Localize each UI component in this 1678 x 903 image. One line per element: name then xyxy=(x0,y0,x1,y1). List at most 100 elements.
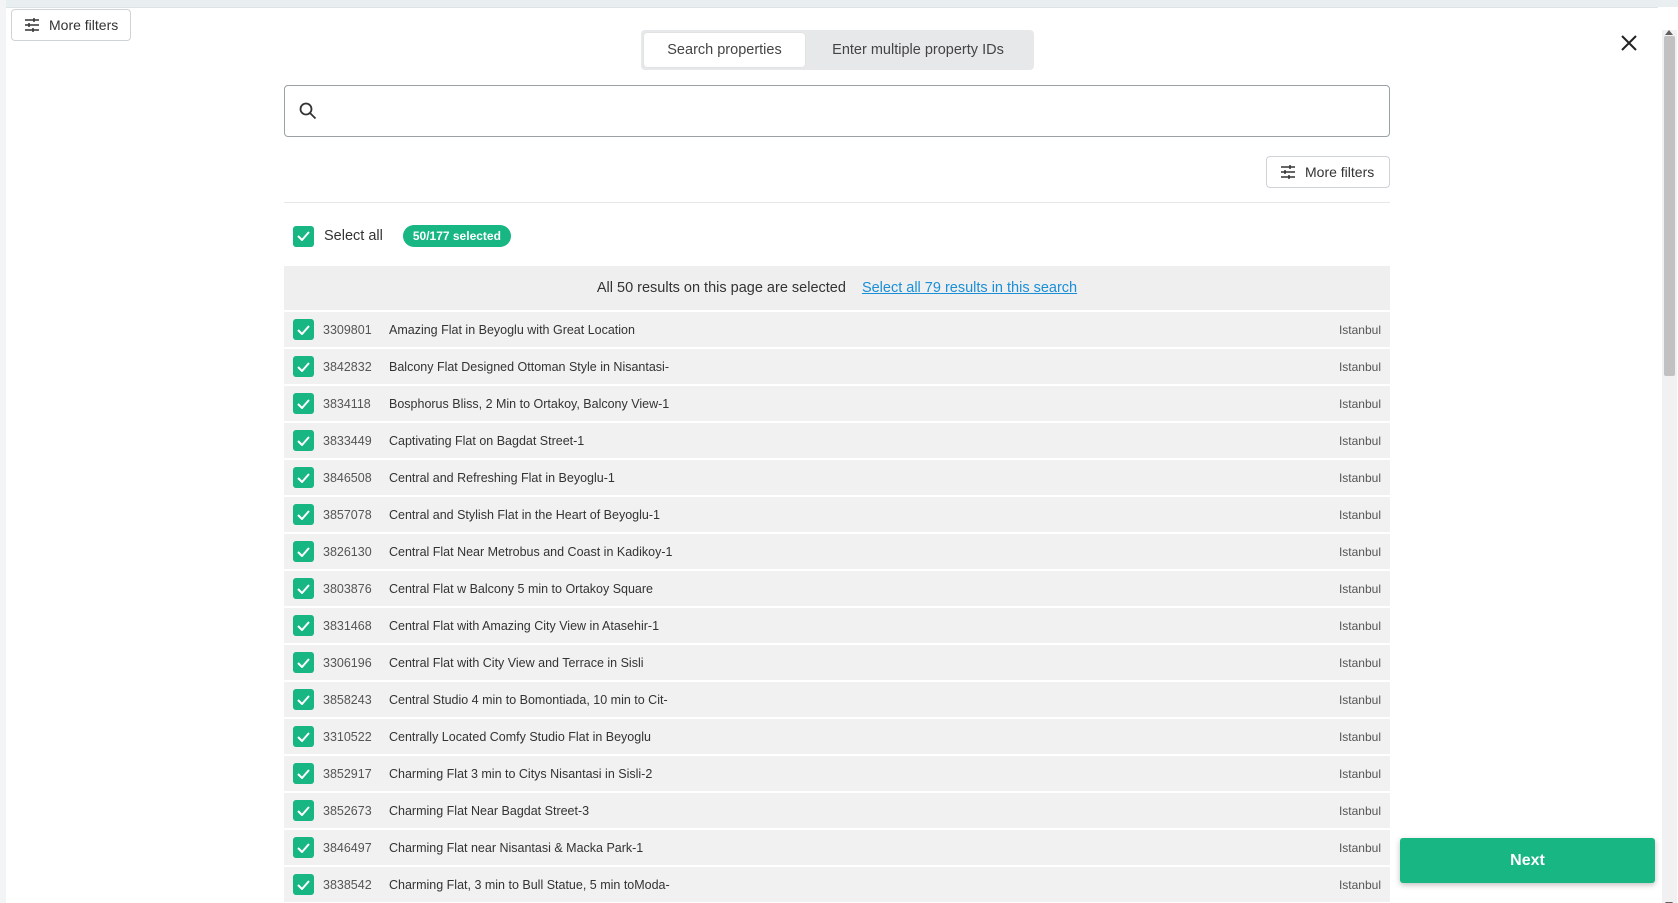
table-row[interactable]: 3306196 Central Flat with City View and T… xyxy=(284,645,1390,680)
checkmark-icon xyxy=(297,231,310,241)
divider xyxy=(284,202,1390,203)
row-checkbox[interactable] xyxy=(293,800,314,821)
row-checkbox[interactable] xyxy=(293,689,314,710)
close-button[interactable] xyxy=(1615,29,1643,57)
property-city: Istanbul xyxy=(1338,766,1381,781)
select-properties-modal: Search properties Enter multiple propert… xyxy=(6,7,1677,903)
outer-more-filters-label: More filters xyxy=(49,17,119,33)
more-filters-label: More filters xyxy=(1305,164,1375,180)
row-checkbox[interactable] xyxy=(293,726,314,747)
property-id: 3833449 xyxy=(323,433,372,448)
checkmark-icon xyxy=(297,435,310,446)
sliders-icon xyxy=(1281,165,1295,179)
select-all-checkbox[interactable] xyxy=(293,225,314,247)
property-id: 3309801 xyxy=(323,322,372,337)
tab-enter-multiple-ids[interactable]: Enter multiple property IDs xyxy=(805,33,1031,67)
row-checkbox[interactable] xyxy=(293,578,314,599)
property-id: 3826130 xyxy=(323,544,372,559)
row-checkbox[interactable] xyxy=(293,430,314,451)
table-row[interactable]: 3852917 Charming Flat 3 min to Citys Nisa… xyxy=(284,756,1390,791)
property-city: Istanbul xyxy=(1338,877,1381,892)
table-row[interactable]: 3803876 Central Flat w Balcony 5 min to O… xyxy=(284,571,1390,606)
checkmark-icon xyxy=(297,509,310,520)
checkmark-icon xyxy=(297,842,310,853)
property-name: Central Flat w Balcony 5 min to Ortakoy … xyxy=(389,581,654,596)
property-id: 3838542 xyxy=(323,877,372,892)
property-city: Istanbul xyxy=(1338,655,1381,670)
property-city: Istanbul xyxy=(1338,470,1381,485)
tab-search-properties[interactable]: Search properties xyxy=(644,33,805,67)
row-checkbox[interactable] xyxy=(293,541,314,562)
selected-count-badge: 50/177 selected xyxy=(402,225,511,247)
scroll-thumb[interactable] xyxy=(1664,36,1675,376)
row-checkbox[interactable] xyxy=(293,319,314,340)
next-button[interactable]: Next xyxy=(1400,838,1655,883)
property-list: 3309801 Amazing Flat in Beyoglu with Grea… xyxy=(284,312,1390,903)
checkmark-icon xyxy=(297,805,310,816)
table-row[interactable]: 3838542 Charming Flat, 3 min to Bull Stat… xyxy=(284,867,1390,902)
checkmark-icon xyxy=(297,620,310,631)
outer-more-filters-button[interactable]: More filters xyxy=(11,9,132,41)
table-row[interactable]: 3842832 Balcony Flat Designed Ottoman Sty… xyxy=(284,349,1390,384)
row-checkbox[interactable] xyxy=(293,652,314,673)
property-name: Centrally Located Comfy Studio Flat in B… xyxy=(389,729,651,744)
search-icon xyxy=(299,102,317,120)
selection-banner: All 50 results on this page are selected… xyxy=(284,266,1390,310)
table-row[interactable]: 3834118 Bosphorus Bliss, 2 Min to Ortakoy… xyxy=(284,386,1390,421)
table-row[interactable]: 3310522 Centrally Located Comfy Studio Fl… xyxy=(284,719,1390,754)
table-row[interactable]: 3857078 Central and Stylish Flat in the H… xyxy=(284,497,1390,532)
sliders-icon xyxy=(25,18,39,32)
table-row[interactable]: 3826130 Central Flat Near Metrobus and Co… xyxy=(284,534,1390,569)
property-city: Istanbul xyxy=(1338,803,1381,818)
table-row[interactable]: 3309801 Amazing Flat in Beyoglu with Grea… xyxy=(284,312,1390,347)
table-row[interactable]: 3858243 Central Studio 4 min to Bomontiad… xyxy=(284,682,1390,717)
table-row[interactable]: 3833449 Captivating Flat on Bagdat Street… xyxy=(284,423,1390,458)
property-name: Balcony Flat Designed Ottoman Style in N… xyxy=(389,359,669,374)
table-row[interactable]: 3852673 Charming Flat Near Bagdat Street-… xyxy=(284,793,1390,828)
property-city: Istanbul xyxy=(1338,692,1381,707)
property-name: Captivating Flat on Bagdat Street-1 xyxy=(389,433,585,448)
search-input[interactable] xyxy=(317,86,1389,136)
row-checkbox[interactable] xyxy=(293,615,314,636)
row-checkbox[interactable] xyxy=(293,467,314,488)
property-name: Bosphorus Bliss, 2 Min to Ortakoy, Balco… xyxy=(389,396,670,411)
scrollbar[interactable] xyxy=(1662,30,1677,903)
table-row[interactable]: 3831468 Central Flat with Amazing City Vi… xyxy=(284,608,1390,643)
property-id: 3857078 xyxy=(323,507,372,522)
checkmark-icon xyxy=(297,694,310,705)
property-city: Istanbul xyxy=(1338,396,1381,411)
property-name: Charming Flat, 3 min to Bull Statue, 5 m… xyxy=(389,877,670,892)
property-city: Istanbul xyxy=(1338,322,1381,337)
checkmark-icon xyxy=(297,546,310,557)
checkmark-icon xyxy=(297,731,310,742)
checkmark-icon xyxy=(297,472,310,483)
property-city: Istanbul xyxy=(1338,581,1381,596)
table-row[interactable]: 3846497 Charming Flat near Nisantasi & Ma… xyxy=(284,830,1390,865)
search-box xyxy=(284,85,1390,137)
property-name: Amazing Flat in Beyoglu with Great Locat… xyxy=(389,322,635,337)
row-checkbox[interactable] xyxy=(293,874,314,895)
property-city: Istanbul xyxy=(1338,359,1381,374)
property-name: Central Flat Near Metrobus and Coast in … xyxy=(389,544,673,559)
property-city: Istanbul xyxy=(1338,507,1381,522)
scroll-up-arrow-icon[interactable] xyxy=(1665,30,1673,35)
checkmark-icon xyxy=(297,398,310,409)
more-filters-button[interactable]: More filters xyxy=(1266,156,1390,188)
select-all-results-link[interactable]: Select all 79 results in this search xyxy=(862,280,1077,296)
row-checkbox[interactable] xyxy=(293,356,314,377)
row-checkbox[interactable] xyxy=(293,504,314,525)
table-row[interactable]: 3846508 Central and Refreshing Flat in Be… xyxy=(284,460,1390,495)
checkmark-icon xyxy=(297,879,310,890)
property-id: 3846508 xyxy=(323,470,372,485)
property-city: Istanbul xyxy=(1338,544,1381,559)
checkmark-icon xyxy=(297,657,310,668)
property-id: 3846497 xyxy=(323,840,372,855)
property-id: 3858243 xyxy=(323,692,372,707)
row-checkbox[interactable] xyxy=(293,763,314,784)
property-city: Istanbul xyxy=(1338,433,1381,448)
property-name: Central Flat with Amazing City View in A… xyxy=(389,618,660,633)
row-checkbox[interactable] xyxy=(293,837,314,858)
background-strip xyxy=(0,0,1678,7)
property-id: 3834118 xyxy=(323,396,371,411)
row-checkbox[interactable] xyxy=(293,393,314,414)
